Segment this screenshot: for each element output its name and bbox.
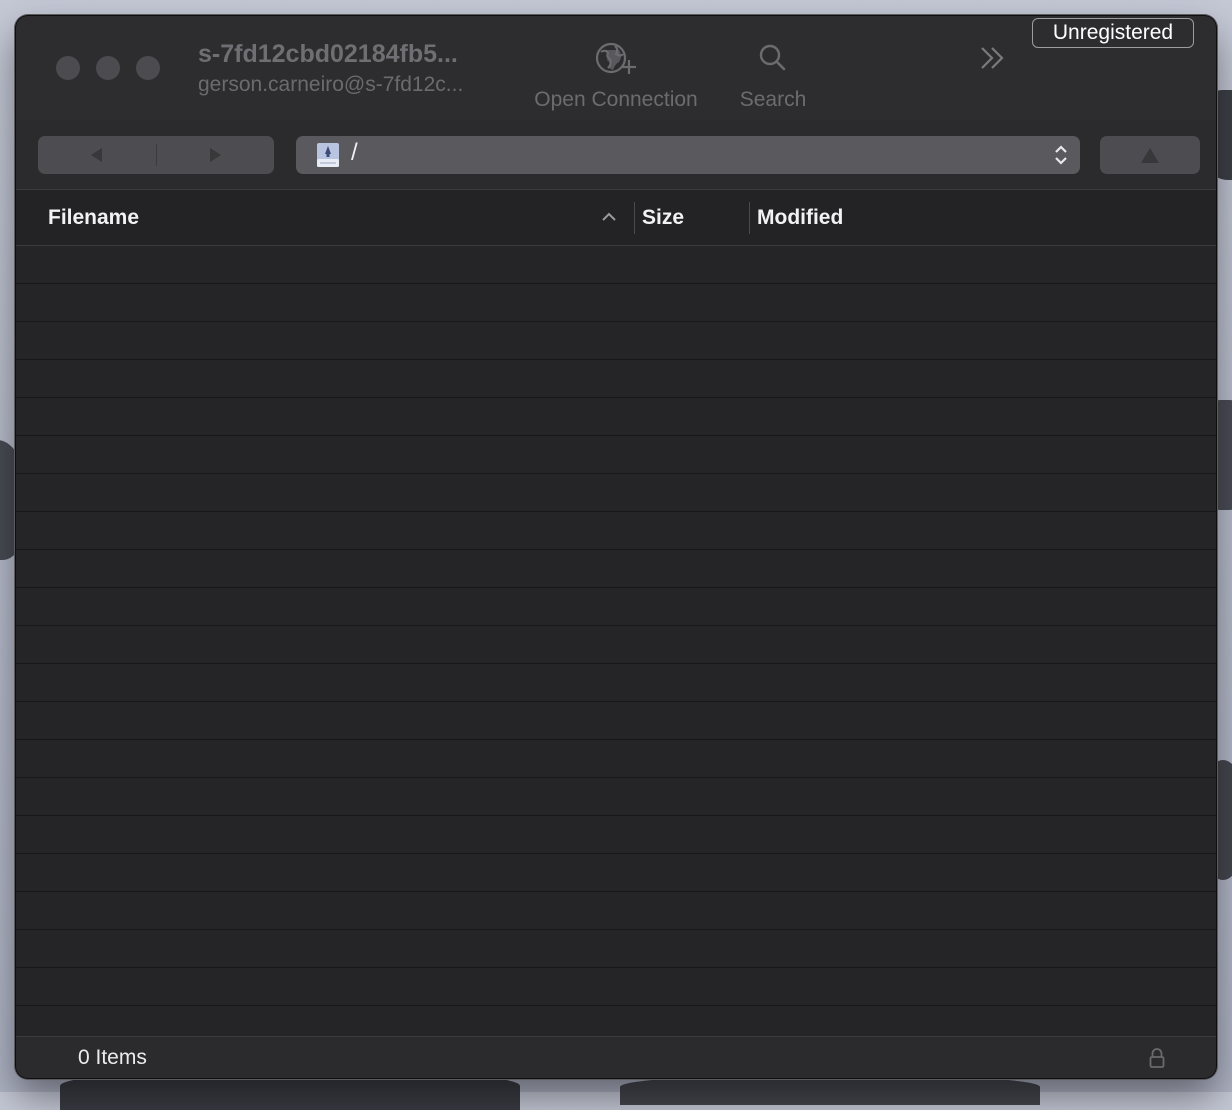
path-selector[interactable]: / bbox=[296, 136, 1080, 174]
file-list[interactable] bbox=[16, 246, 1216, 1044]
column-header: Filename Size Modified bbox=[16, 190, 1216, 246]
modified-column-header[interactable]: Modified bbox=[757, 190, 1057, 245]
search-label: Search bbox=[739, 88, 807, 111]
empty-row bbox=[16, 550, 1216, 588]
empty-row bbox=[16, 626, 1216, 664]
triangle-up-icon bbox=[1141, 147, 1159, 163]
empty-row bbox=[16, 360, 1216, 398]
column-divider[interactable] bbox=[634, 202, 635, 234]
empty-row bbox=[16, 436, 1216, 474]
empty-row bbox=[16, 816, 1216, 854]
browser-window: s-7fd12cbd02184fb5... gerson.carneiro@s-… bbox=[16, 16, 1216, 1078]
window-subtitle: gerson.carneiro@s-7fd12c... bbox=[198, 73, 464, 96]
path-text: / bbox=[351, 139, 358, 166]
status-bar: 0 Items bbox=[16, 1036, 1216, 1078]
navigation-bar: / bbox=[16, 120, 1216, 190]
empty-row bbox=[16, 398, 1216, 436]
column-divider[interactable] bbox=[749, 202, 750, 234]
title-bar: s-7fd12cbd02184fb5... gerson.carneiro@s-… bbox=[16, 16, 1216, 121]
empty-row bbox=[16, 968, 1216, 1006]
empty-row bbox=[16, 474, 1216, 512]
empty-row bbox=[16, 740, 1216, 778]
open-connection-label: Open Connection bbox=[534, 88, 698, 111]
empty-row bbox=[16, 664, 1216, 702]
lock-icon bbox=[1149, 1048, 1165, 1068]
empty-row bbox=[16, 930, 1216, 968]
unregistered-badge[interactable]: Unregistered bbox=[1032, 18, 1194, 48]
close-window-button[interactable] bbox=[56, 56, 80, 80]
search-button[interactable]: Search bbox=[732, 40, 814, 112]
parent-directory-button[interactable] bbox=[1100, 136, 1200, 174]
empty-row bbox=[16, 284, 1216, 322]
open-connection-button[interactable]: Open Connection bbox=[521, 40, 711, 112]
globe-plus-icon bbox=[595, 42, 636, 74]
window-title: s-7fd12cbd02184fb5... bbox=[198, 40, 458, 68]
empty-row bbox=[16, 778, 1216, 816]
double-chevron-right-icon bbox=[981, 47, 1004, 69]
forward-button[interactable] bbox=[157, 136, 275, 174]
empty-row bbox=[16, 854, 1216, 892]
minimize-window-button[interactable] bbox=[96, 56, 120, 80]
empty-row bbox=[16, 246, 1216, 284]
desktop-rock bbox=[620, 1075, 1040, 1105]
toolbar-overflow-button[interactable] bbox=[976, 42, 1008, 74]
item-count: 0 Items bbox=[78, 1046, 147, 1069]
search-icon bbox=[759, 44, 786, 71]
disk-icon bbox=[317, 143, 339, 167]
size-column-header[interactable]: Size bbox=[642, 190, 742, 245]
triangle-right-icon bbox=[210, 148, 222, 162]
zoom-window-button[interactable] bbox=[136, 56, 160, 80]
back-button[interactable] bbox=[38, 136, 156, 174]
empty-row bbox=[16, 322, 1216, 360]
triangle-left-icon bbox=[90, 148, 102, 162]
filename-column-header[interactable]: Filename bbox=[48, 190, 628, 245]
back-forward-control bbox=[38, 136, 274, 174]
empty-row bbox=[16, 892, 1216, 930]
updown-chevron-icon bbox=[1055, 145, 1067, 165]
empty-row bbox=[16, 702, 1216, 740]
sort-ascending-icon[interactable] bbox=[601, 209, 617, 225]
empty-row bbox=[16, 588, 1216, 626]
empty-row bbox=[16, 512, 1216, 550]
